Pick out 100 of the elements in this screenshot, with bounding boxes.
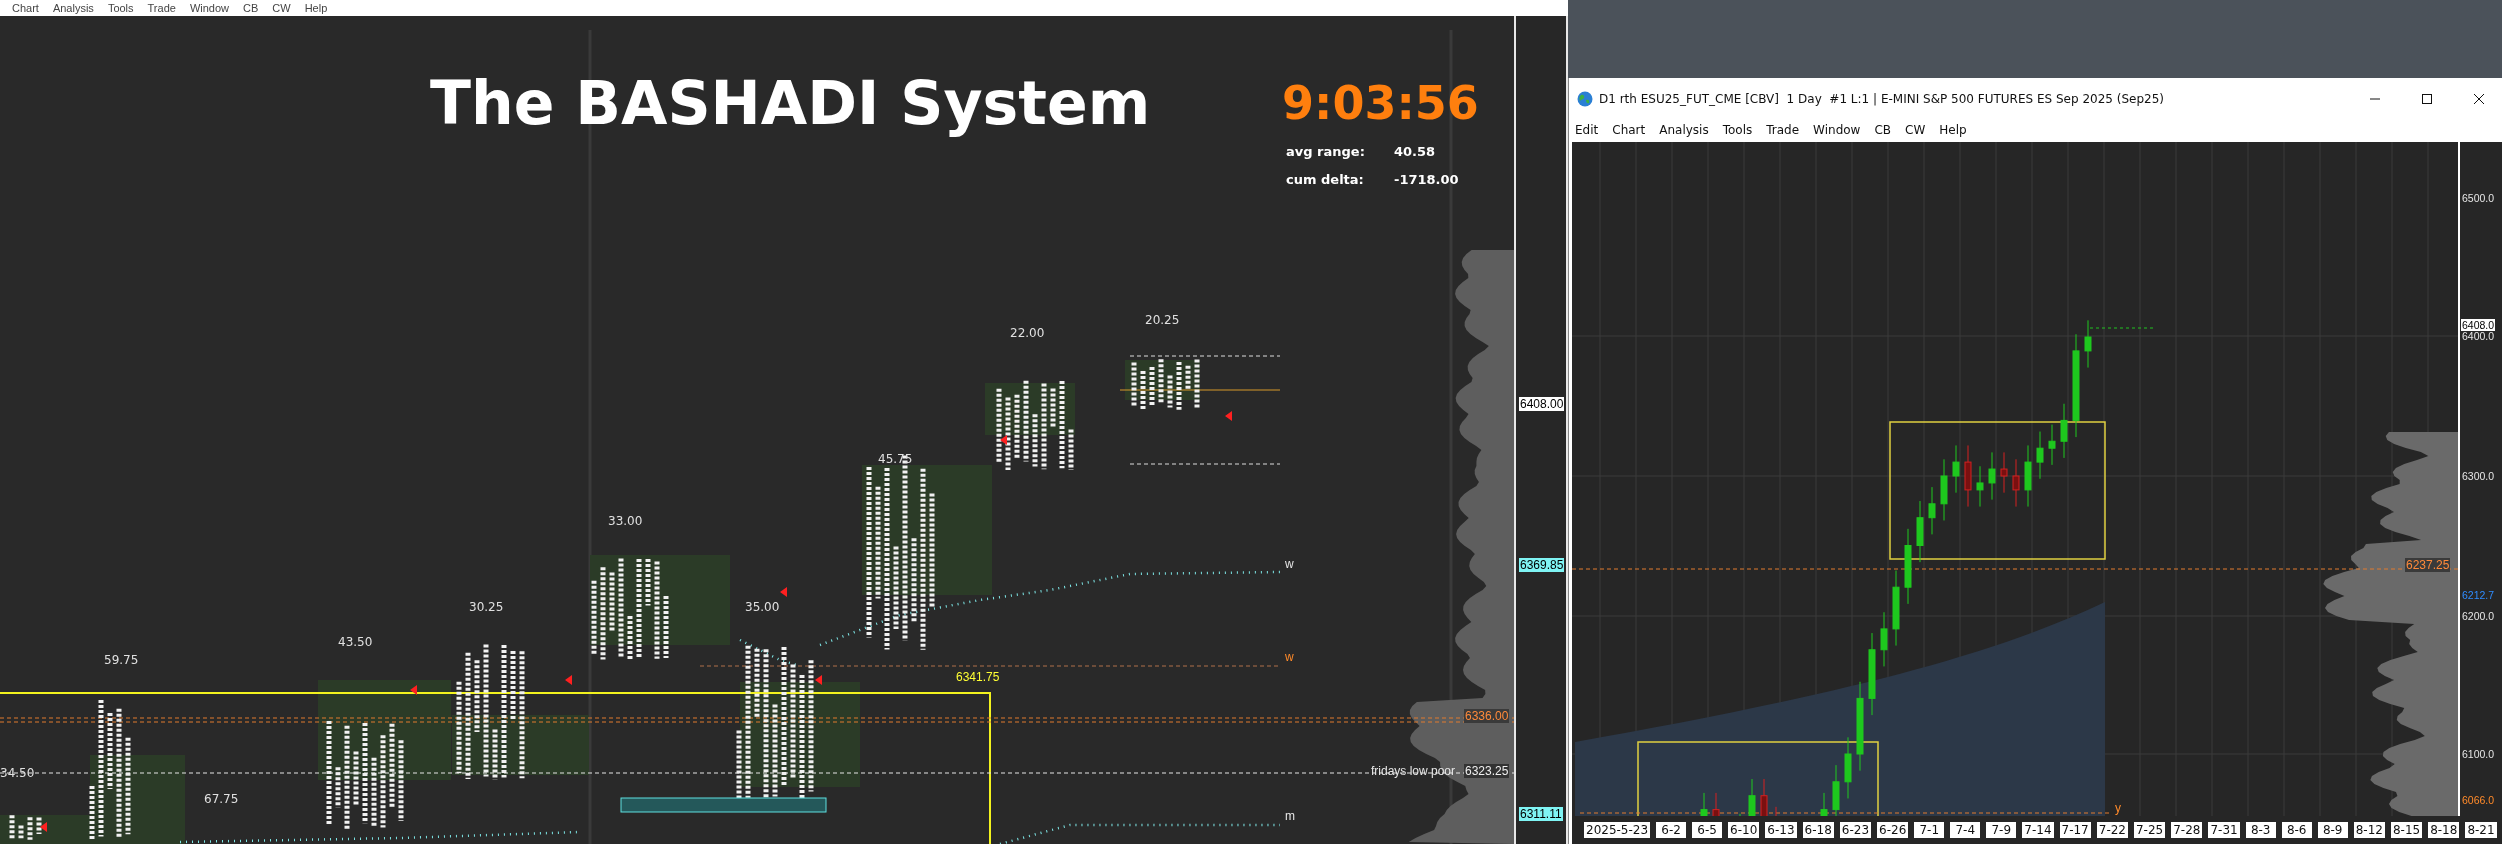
chart-annotation: 6323.25 xyxy=(1464,764,1510,778)
candle xyxy=(1880,611,1888,667)
date-label: 6-26 xyxy=(1877,822,1909,838)
triangle-marker xyxy=(40,822,47,832)
menu-item[interactable]: Window xyxy=(1813,123,1861,137)
candle xyxy=(2012,458,2020,508)
date-label: 7-1 xyxy=(1914,822,1945,838)
range-label: 59.75 xyxy=(104,653,139,667)
candle xyxy=(1844,736,1852,799)
menu-item[interactable]: CW xyxy=(1905,123,1926,137)
clock-time: 9:03:56 xyxy=(1282,76,1479,130)
date-label: 7-4 xyxy=(1950,822,1981,838)
chart-annotation: 6341.75 xyxy=(955,670,1001,684)
range-label: 45.75 xyxy=(878,452,913,466)
date-label: 8-3 xyxy=(2245,822,2276,838)
menu-item[interactable]: CB xyxy=(243,2,259,14)
date-label: 8-21 xyxy=(2465,822,2497,838)
menu-item[interactable]: Window xyxy=(189,2,229,14)
axis-label: 6100.0 xyxy=(2461,748,2496,760)
triangle-marker xyxy=(815,675,822,685)
candle xyxy=(1928,486,1936,535)
range-label: 30.25 xyxy=(469,600,504,614)
candle xyxy=(1952,444,1960,494)
menu-item[interactable]: Chart xyxy=(1612,123,1646,137)
menu-item[interactable]: Edit xyxy=(1575,123,1599,137)
chart-annotation: m xyxy=(1284,809,1296,823)
range-label: 35.00 xyxy=(745,600,780,614)
date-label: 6-13 xyxy=(1765,822,1797,838)
date-label: 8-15 xyxy=(2390,822,2423,838)
price-line xyxy=(2089,327,2156,329)
candle xyxy=(1760,778,1768,816)
triangle-marker xyxy=(780,587,787,597)
menu-item[interactable]: Trade xyxy=(1766,123,1800,137)
triangle-marker xyxy=(1225,411,1232,421)
candle xyxy=(2084,319,2092,369)
candle xyxy=(1820,792,1828,816)
candle xyxy=(1748,778,1756,816)
menu-item[interactable]: Chart xyxy=(12,2,39,14)
chart-annotation: fridays low poor xyxy=(1370,764,1457,778)
date-label: 6-2 xyxy=(1656,822,1687,838)
menu-item[interactable]: Help xyxy=(1939,123,1967,137)
triangle-marker xyxy=(410,685,417,695)
range-label: 43.50 xyxy=(338,635,373,649)
date-label: 7-9 xyxy=(1986,822,2017,838)
candle xyxy=(1832,764,1840,816)
range-label: 34.50 xyxy=(0,766,35,780)
date-label: 6-10 xyxy=(1728,822,1760,838)
axis-label: 6300.0 xyxy=(2461,470,2496,482)
candle xyxy=(1976,465,1984,508)
menu-item[interactable]: Analysis xyxy=(52,2,94,14)
range-label: 67.75 xyxy=(204,792,239,806)
chart-annotation: 6336.00 xyxy=(1464,709,1510,723)
chart-annotation: w xyxy=(1284,557,1295,571)
range-label: 33.00 xyxy=(608,514,643,528)
menu-item[interactable]: Tools xyxy=(1722,123,1753,137)
date-label: 8-18 xyxy=(2428,822,2460,838)
stat-value: -1718.00 xyxy=(1394,172,1459,187)
menu-item[interactable]: CB xyxy=(1874,123,1892,137)
menu-item[interactable]: CW xyxy=(272,2,291,14)
date-label: 6-18 xyxy=(1802,822,1834,838)
date-label: 8-9 xyxy=(2317,822,2348,838)
triangle-marker xyxy=(1000,435,1007,445)
candle xyxy=(2048,424,2056,466)
range-label: 20.25 xyxy=(1145,313,1180,327)
menu-item[interactable]: Trade xyxy=(147,2,176,14)
axis-label: 6400.0 xyxy=(2461,330,2496,342)
chart-annotation: w xyxy=(1284,650,1295,664)
chart-annotation: 6237.25 xyxy=(2405,558,2451,572)
candle xyxy=(1988,451,1996,501)
stat-label: cum delta: xyxy=(1286,172,1364,187)
candle xyxy=(2000,451,2008,494)
price-tag: 6311.11 xyxy=(1519,807,1563,821)
globe-icon xyxy=(1577,91,1593,107)
candle xyxy=(1940,458,1948,521)
candle xyxy=(1700,792,1708,816)
date-label: 6-23 xyxy=(1839,822,1872,838)
date-label: 7-17 xyxy=(2059,822,2091,838)
range-label: 22.00 xyxy=(1010,326,1045,340)
date-label: 7-31 xyxy=(2208,822,2240,838)
candle xyxy=(2036,431,2044,480)
date-label: 7-28 xyxy=(2171,822,2203,838)
window-title: D1 rth ESU25_FUT_CME [CBV] 1 Day #1 L:1 | E-MINI S&P 500 FUTURES ES Sep 2025 (Sep25) xyxy=(1599,92,2165,106)
stat-value: 40.58 xyxy=(1394,144,1436,159)
price-tag: 6369.85 xyxy=(1519,558,1565,572)
candle xyxy=(1964,444,1972,508)
menu-item[interactable]: Help xyxy=(304,2,328,14)
menu-item[interactable]: Tools xyxy=(107,2,134,14)
axis-label: 6200.0 xyxy=(2461,610,2496,622)
axis-label: 6212.7 xyxy=(2461,589,2496,601)
axis-label: 6500.0 xyxy=(2461,192,2496,204)
close-icon xyxy=(2473,93,2485,105)
maximize-icon xyxy=(2421,93,2433,105)
candle xyxy=(1712,792,1720,816)
date-label: 2025-5-23 xyxy=(1584,822,1651,838)
date-label: 7-22 xyxy=(2096,822,2128,838)
price-tag: 6408.00 xyxy=(1519,397,1565,411)
menu-item[interactable]: Analysis xyxy=(1659,123,1709,137)
candle xyxy=(2060,403,2068,459)
candle xyxy=(1916,500,1924,563)
chart-title: The BASHADI System xyxy=(430,68,1151,138)
